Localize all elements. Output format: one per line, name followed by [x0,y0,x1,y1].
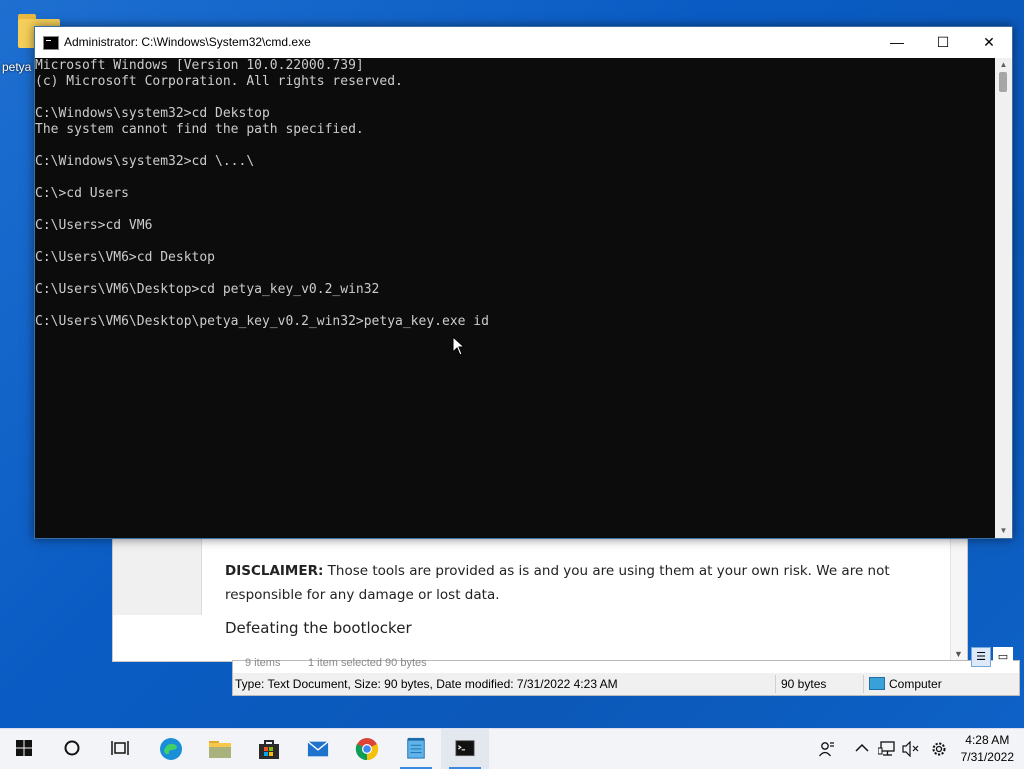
items-count: 9 items [245,657,281,669]
document-scrollbar[interactable]: ▼ [950,531,967,661]
selected-count: 1 item selected 90 bytes [308,657,427,669]
console-line: C:\Windows\system32>cd \...\ [35,154,255,169]
windows-logo-icon [16,740,32,756]
envelope-icon [307,741,329,757]
minimize-button[interactable]: — [874,27,920,58]
taskbar: 4:28 AM 7/31/2022 [0,728,1024,769]
maximize-button[interactable]: ☐ [920,27,966,58]
people-icon[interactable] [818,740,836,758]
status-type: Type: Text Document, Size: 90 bytes, Dat… [235,677,618,691]
task-view-icon [111,741,129,755]
console-scrollbar[interactable]: ▲ ▼ [995,58,1012,538]
details-view-icon[interactable]: ☰ [971,647,991,667]
cmd-app-icon [43,36,59,50]
task-view-button[interactable] [96,729,144,769]
console-output[interactable]: Microsoft Windows [Version 10.0.22000.73… [35,58,995,538]
mail-button[interactable] [294,729,342,769]
console-line: C:\>cd Users [35,186,129,201]
cmd-window[interactable]: Administrator: C:\Windows\System32\cmd.e… [34,26,1013,539]
store-button[interactable] [245,729,293,769]
disclaimer-label: DISCLAIMER: [225,563,324,579]
clock-time: 4:28 AM [965,733,1010,747]
large-icons-view-icon[interactable]: ▭ [993,647,1013,667]
scroll-up-icon[interactable]: ▲ [995,58,1012,72]
console-text: Microsoft Windows [Version 10.0.22000.73… [35,58,995,330]
scroll-down-icon[interactable]: ▼ [995,524,1012,538]
console-line: (c) Microsoft Corporation. All rights re… [35,74,403,89]
cmd-titlebar[interactable]: Administrator: C:\Windows\System32\cmd.e… [35,27,1012,58]
system-clock[interactable]: 4:28 AM 7/31/2022 [961,732,1014,766]
explorer-window: 9 items 1 item selected 90 bytes ☰ ▭ Type… [232,647,1020,696]
settings-gear-icon[interactable] [930,740,948,758]
volume-muted-icon[interactable] [902,741,920,757]
chevron-up-icon[interactable] [855,743,869,753]
disclaimer-text: Those tools are provided as is and you a… [225,563,890,603]
console-line: C:\Users\VM6>cd Desktop [35,250,216,265]
chrome-button[interactable] [343,729,391,769]
status-location: Computer [869,677,942,691]
cmd-button[interactable] [441,729,489,769]
window-title: Administrator: C:\Windows\System32\cmd.e… [64,35,311,49]
file-explorer-button[interactable] [196,729,244,769]
scroll-thumb[interactable] [999,72,1007,92]
notepad-button[interactable] [392,729,440,769]
network-icon[interactable] [878,740,896,758]
document-content: DISCLAIMER: Those tools are provided as … [225,559,945,637]
scroll-down-icon[interactable]: ▼ [954,649,963,659]
console-line: C:\Users\VM6\Desktop\petya_key_v0.2_win3… [35,314,489,329]
edge-button[interactable] [147,729,195,769]
chrome-icon [355,738,379,761]
disclaimer-paragraph: DISCLAIMER: Those tools are provided as … [225,559,945,607]
terminal-icon [455,740,475,757]
console-line: C:\Windows\system32>cd Dekstop [35,106,270,121]
search-icon [64,740,80,756]
desktop-icon-label: petya [2,60,32,74]
status-location-label: Computer [889,677,942,691]
edge-icon [160,738,182,760]
document-window[interactable]: DISCLAIMER: Those tools are provided as … [112,530,968,662]
console-line: C:\Users\VM6\Desktop>cd petya_key_v0.2_w… [35,282,380,297]
computer-icon [869,677,885,690]
shopping-bag-icon [259,740,279,759]
view-buttons: ☰ ▭ [969,647,1013,667]
search-button[interactable] [48,729,96,769]
explorer-partial-status: 9 items 1 item selected 90 bytes [233,657,1019,673]
console-line: Microsoft Windows [Version 10.0.22000.73… [35,58,364,73]
section-heading: Defeating the bootlocker [225,619,412,637]
folder-icon [209,741,231,758]
close-button[interactable]: ✕ [966,27,1012,58]
notepad-icon [407,737,425,759]
document-side-panel [113,531,202,615]
start-button[interactable] [0,729,48,769]
clock-date: 7/31/2022 [960,750,1014,764]
status-bar: Type: Text Document, Size: 90 bytes, Dat… [233,673,1019,695]
mouse-cursor-icon [452,336,466,356]
console-line: C:\Users>cd VM6 [35,218,153,233]
status-size: 90 bytes [781,677,827,691]
console-line: The system cannot find the path specifie… [35,122,364,137]
